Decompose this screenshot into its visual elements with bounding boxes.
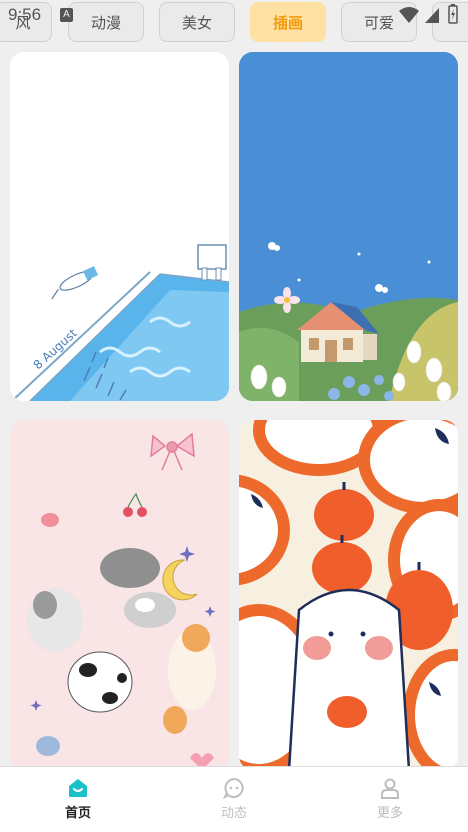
tab-anime[interactable]: 动漫 [68,2,144,42]
home-icon [69,779,87,797]
nav-more-label: 更多 [376,806,403,821]
wallpaper-card-pool[interactable]: 8 August [10,52,229,401]
cats-illustration [10,420,229,770]
chat-bubble-icon [223,777,244,799]
nav-home[interactable]: 首页 [38,777,118,821]
tab-illustration[interactable]: 插画 [250,2,326,42]
tab-feng[interactable]: 风 [0,2,52,42]
nav-activity[interactable]: 动态 [194,777,274,821]
tab-cute[interactable]: 可爱 [341,2,417,42]
category-tabs: 风 动漫 美女 插画 可爱 [0,0,468,44]
tab-more-overflow[interactable] [432,2,468,42]
wallpaper-card-cats[interactable] [10,420,229,770]
app-screen: 风 动漫 美女 插画 可爱 9:56 A 8 August 首页 动态 更多 [0,0,468,832]
wallpaper-card-apples[interactable] [239,420,458,770]
apples-illustration [239,420,458,770]
nav-activity-label: 动态 [220,806,247,821]
tab-beauty[interactable]: 美女 [159,2,235,42]
nav-more[interactable]: 更多 [350,777,430,821]
bottom-nav: 首页 动态 更多 [0,766,468,832]
person-icon [381,778,399,799]
house-illustration [239,52,458,401]
wallpaper-card-house[interactable] [239,52,458,401]
nav-home-label: 首页 [64,806,91,821]
pool-illustration: 8 August [10,52,229,401]
